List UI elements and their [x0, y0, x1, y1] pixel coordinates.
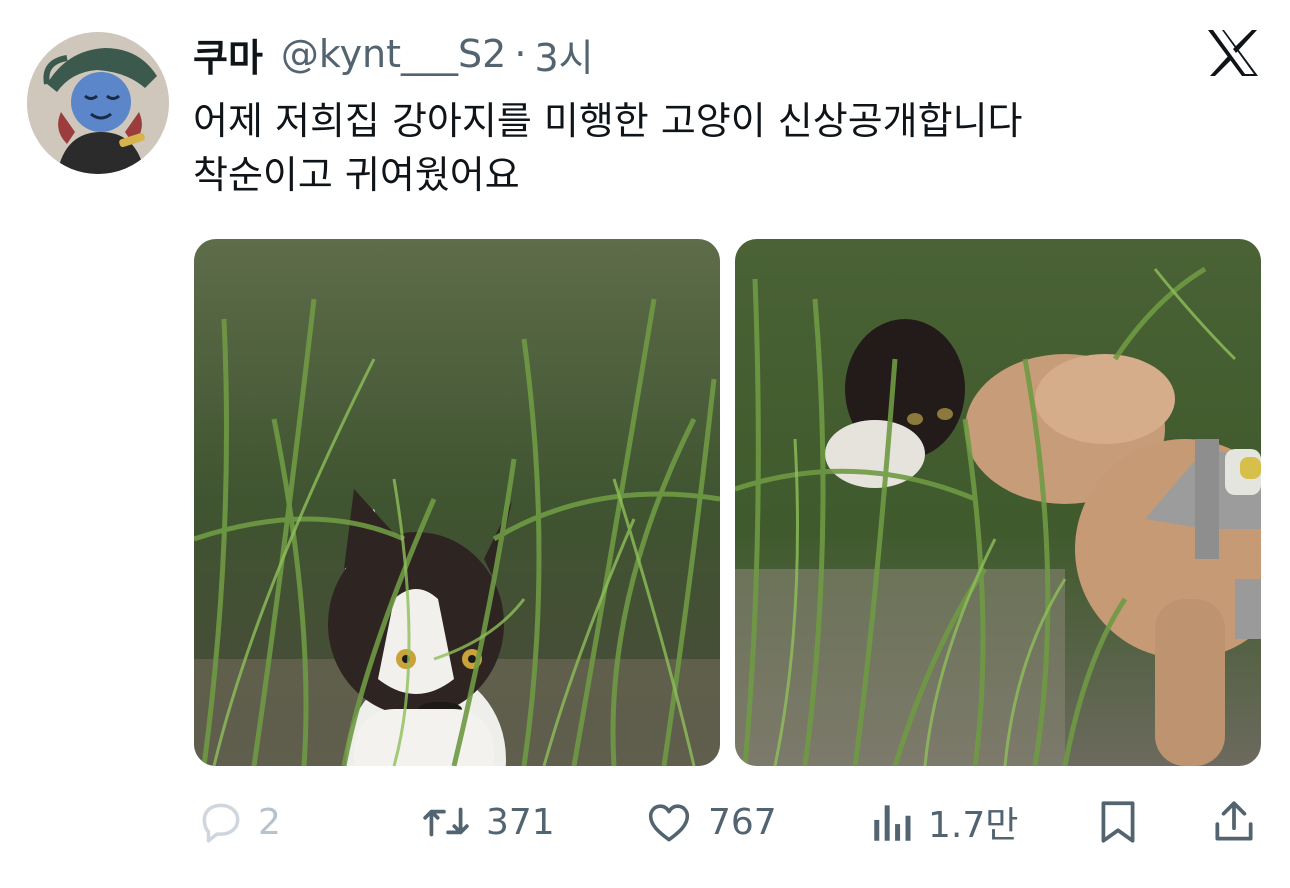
views-button[interactable]: 1.7만: [870, 790, 1018, 854]
retweet-icon: [423, 807, 469, 837]
reply-icon: [202, 803, 240, 843]
tweet-photo-2[interactable]: [735, 239, 1261, 766]
tweet-photo-1[interactable]: [194, 239, 720, 766]
retweet-count: 371: [486, 801, 555, 843]
like-button[interactable]: 767: [642, 790, 777, 854]
tweet-actions-bar: 2 371 767 1.7만: [0, 790, 1290, 854]
tweet-time[interactable]: 3시: [534, 27, 593, 82]
views-count: 1.7만: [928, 805, 1019, 846]
x-logo-icon[interactable]: [1206, 28, 1260, 78]
retweet-button[interactable]: 371: [418, 790, 555, 854]
share-button[interactable]: [1210, 790, 1258, 854]
views-chart-icon: [874, 805, 911, 841]
reply-count: 2: [258, 801, 281, 843]
bookmark-button[interactable]: [1096, 790, 1140, 854]
kitten-in-grass-photo-icon: [194, 239, 720, 766]
share-icon: [1215, 801, 1253, 841]
tweet-text: 어제 저희집 강아지를 미행한 고양이 신상공개합니다 착순이고 귀여웠어요: [193, 94, 1243, 202]
like-count: 767: [708, 801, 777, 843]
kitten-and-dog-in-grass-photo-icon: [735, 239, 1261, 766]
separator-dot: ·: [514, 32, 527, 76]
tweet-header: 쿠마 @kynt___S2 · 3시: [193, 26, 594, 82]
avatar-image: [27, 32, 169, 174]
author-avatar[interactable]: [27, 32, 169, 174]
reply-button[interactable]: 2: [196, 790, 281, 854]
bookmark-icon: [1101, 801, 1135, 843]
heart-icon: [648, 804, 690, 842]
tweet-text-line-2: 착순이고 귀여웠어요: [193, 153, 520, 197]
author-handle[interactable]: @kynt___S2: [281, 32, 506, 76]
tweet-text-line-1: 어제 저희집 강아지를 미행한 고양이 신상공개합니다: [193, 99, 1023, 143]
author-display-name[interactable]: 쿠마: [193, 27, 263, 82]
